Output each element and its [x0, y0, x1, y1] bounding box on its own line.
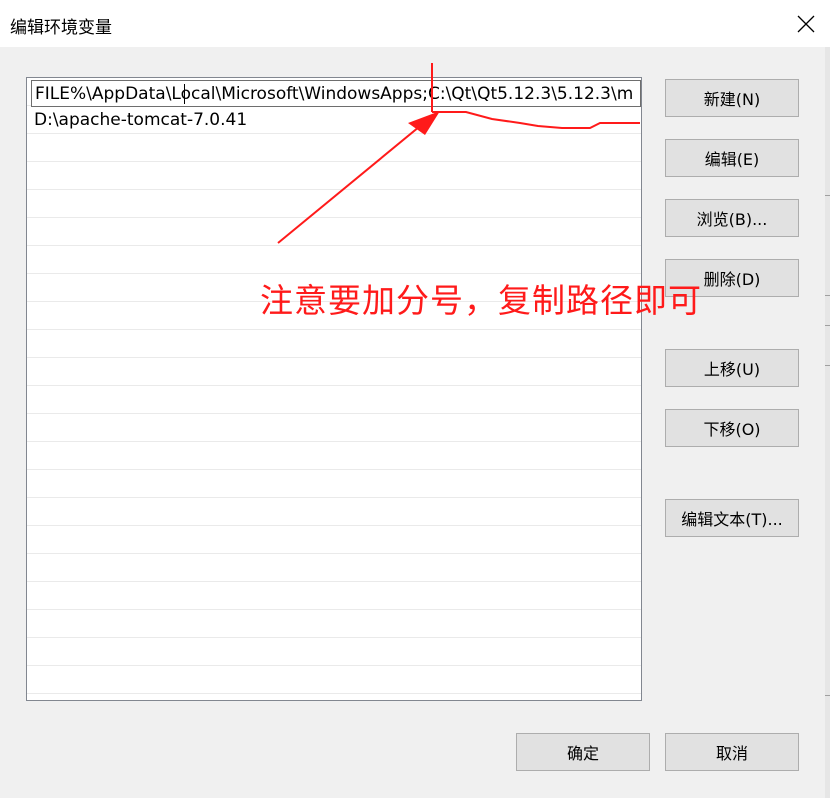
annotation-note: 注意要加分号，复制路径即可	[260, 281, 702, 320]
browse-button[interactable]: 浏览(B)...	[665, 199, 799, 237]
edit-text-button[interactable]: 编辑文本(T)...	[665, 499, 799, 537]
move-up-button[interactable]: 上移(U)	[665, 349, 799, 387]
inline-edit-field[interactable]: FILE%\AppData\Local\Microsoft\WindowsApp…	[31, 80, 641, 107]
window-title: 编辑环境变量	[10, 18, 112, 38]
list-item-empty[interactable]	[27, 358, 641, 386]
close-button[interactable]	[782, 0, 830, 47]
list-item-path-2[interactable]: D:\apache-tomcat-7.0.41	[27, 106, 641, 134]
list-item-empty[interactable]	[27, 554, 641, 582]
list-item-empty[interactable]	[27, 414, 641, 442]
list-item-path-1[interactable]: FILE%\AppData\Local\Microsoft\WindowsApp…	[27, 78, 641, 107]
move-down-button[interactable]: 下移(O)	[665, 409, 799, 447]
window-edge	[825, 47, 830, 798]
list-item-label: FILE%\AppData\Local\Microsoft\WindowsApp…	[35, 84, 634, 104]
list-item-empty[interactable]	[27, 498, 641, 526]
list-item-empty[interactable]	[27, 526, 641, 554]
list-item-empty[interactable]	[27, 610, 641, 638]
new-button[interactable]: 新建(N)	[665, 79, 799, 117]
list-item-empty[interactable]	[27, 386, 641, 414]
edit-button[interactable]: 编辑(E)	[665, 139, 799, 177]
list-item-empty[interactable]	[27, 330, 641, 358]
list-item-empty[interactable]	[27, 666, 641, 694]
list-item-empty[interactable]	[27, 470, 641, 498]
list-item-empty[interactable]	[27, 442, 641, 470]
list-item-empty[interactable]	[27, 134, 641, 162]
list-item-label: D:\apache-tomcat-7.0.41	[34, 110, 248, 130]
list-item-empty[interactable]	[27, 162, 641, 190]
path-list[interactable]: FILE%\AppData\Local\Microsoft\WindowsApp…	[26, 77, 642, 701]
text-caret	[184, 84, 185, 104]
cancel-button[interactable]: 取消	[665, 733, 799, 771]
ok-button[interactable]: 确定	[516, 733, 650, 771]
list-item-empty[interactable]	[27, 638, 641, 666]
list-item-empty[interactable]	[27, 218, 641, 246]
list-item-empty[interactable]	[27, 190, 641, 218]
list-item-empty[interactable]	[27, 582, 641, 610]
title-bar: 编辑环境变量	[0, 0, 830, 47]
close-icon	[797, 15, 815, 32]
list-item-empty[interactable]	[27, 246, 641, 274]
